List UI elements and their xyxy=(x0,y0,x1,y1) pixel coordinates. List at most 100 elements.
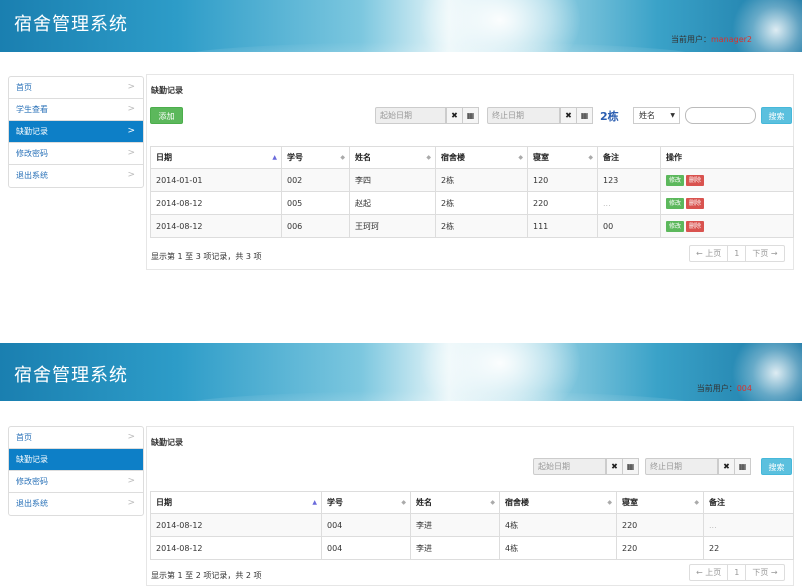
current-user-name: 004 xyxy=(736,384,752,393)
app-title: 宿舍管理系统 xyxy=(14,365,128,386)
sort-icon: ◆ xyxy=(401,499,406,506)
page-1-button[interactable]: 1 xyxy=(728,246,747,261)
absence-panel: 缺勤记录 添加 起始日期 ✖ ▦ 终止日期 ✖ ▦ 2栋 姓名 ▼ 搜索 日期 ▲ … xyxy=(146,74,794,270)
calendar-icon[interactable]: ▦ xyxy=(462,107,479,124)
current-user-label: 当前用户： xyxy=(696,384,737,393)
sidebar-item-label: 缺勤记录 xyxy=(16,455,48,464)
calendar-icon[interactable]: ▦ xyxy=(734,458,751,475)
cell-date: 2014-08-12 xyxy=(150,191,282,215)
col-remark[interactable]: 备注 xyxy=(703,491,794,514)
col-student-id[interactable]: 学号 ◆ xyxy=(321,491,411,514)
next-page-button[interactable]: 下页 → xyxy=(746,246,783,261)
col-date[interactable]: 日期 ▲ xyxy=(150,146,282,169)
col-building[interactable]: 宿舍楼 ◆ xyxy=(499,491,617,514)
col-remark[interactable]: 备注 xyxy=(597,146,661,169)
sort-icon: ◆ xyxy=(518,154,523,161)
cell-actions: 修改 删除 xyxy=(660,168,794,192)
current-user-name: manager2 xyxy=(710,35,752,44)
col-building[interactable]: 宿舍楼 ◆ xyxy=(435,146,528,169)
search-button[interactable]: 搜索 xyxy=(761,107,792,124)
prev-page-button[interactable]: ← 上页 xyxy=(690,565,729,580)
screenshot-manager: 宿舍管理系统 当前用户：manager2 首页 > 学生查看 > 缺勤记录 > 修改密… xyxy=(0,0,802,272)
table-row: 2014-08-12 005 赵起 2栋 220 ... 修改 删除 xyxy=(150,191,794,215)
current-user: 当前用户：manager2 xyxy=(671,34,752,45)
delete-button[interactable]: 删除 xyxy=(686,174,705,186)
sidebar-item-password[interactable]: 修改密码 > xyxy=(9,143,143,165)
sidebar-item-label: 首页 xyxy=(16,83,32,92)
sort-icon: ◆ xyxy=(588,154,593,161)
sidebar: 首页 > 学生查看 > 缺勤记录 > 修改密码 > 退出系统 > xyxy=(8,76,144,188)
table-row: 2014-08-12 004 李进 4栋 220 22 xyxy=(150,536,794,560)
sidebar-item-students[interactable]: 学生查看 > xyxy=(9,99,143,121)
cell-student-id: 002 xyxy=(281,168,350,192)
sidebar-item-logout[interactable]: 退出系统 > xyxy=(9,493,143,515)
search-input[interactable] xyxy=(685,107,756,124)
col-student-id[interactable]: 学号 ◆ xyxy=(281,146,350,169)
edit-button[interactable]: 修改 xyxy=(666,220,685,232)
cell-student-id: 004 xyxy=(321,536,411,560)
calendar-icon[interactable]: ▦ xyxy=(622,458,639,475)
absence-panel: 缺勤记录 起始日期 ✖ ▦ 终止日期 ✖ ▦ 搜索 日期 ▲ 学号 ◆ 姓名 ◆ 宿舍… xyxy=(146,426,794,586)
sort-asc-icon: ▲ xyxy=(312,499,317,506)
end-date-input[interactable]: 终止日期 xyxy=(487,107,560,124)
search-field-value: 姓名 xyxy=(639,111,655,120)
clear-icon[interactable]: ✖ xyxy=(446,107,463,124)
clear-icon[interactable]: ✖ xyxy=(718,458,735,475)
chevron-right-icon: > xyxy=(127,126,135,136)
sidebar-item-absence[interactable]: 缺勤记录 > xyxy=(9,121,143,143)
cell-date: 2014-08-12 xyxy=(150,536,322,560)
edit-button[interactable]: 修改 xyxy=(666,174,685,186)
cell-actions: 修改 删除 xyxy=(660,214,794,238)
col-name[interactable]: 姓名 ◆ xyxy=(410,491,500,514)
pagination: ← 上页 1 下页 → xyxy=(689,245,785,262)
absence-table: 日期 ▲ 学号 ◆ 姓名 ◆ 宿舍楼 ◆ 寝室 ◆ 备注 2014-08-12 004 李… xyxy=(150,491,794,560)
delete-button[interactable]: 删除 xyxy=(686,220,705,232)
add-button[interactable]: 添加 xyxy=(150,107,183,124)
clear-icon[interactable]: ✖ xyxy=(560,107,577,124)
table-header-row: 日期 ▲ 学号 ◆ 姓名 ◆ 宿舍楼 ◆ 寝室 ◆ 备注 操作 xyxy=(150,146,794,169)
col-room[interactable]: 寝室 ◆ xyxy=(527,146,598,169)
col-name[interactable]: 姓名 ◆ xyxy=(349,146,436,169)
col-room[interactable]: 寝室 ◆ xyxy=(616,491,704,514)
delete-button[interactable]: 删除 xyxy=(686,197,705,209)
start-date-input[interactable]: 起始日期 xyxy=(533,458,606,475)
screenshot-student: 宿舍管理系统 当前用户：004 首页 > 缺勤记录 修改密码 > 退出系统 > 缺勤记… xyxy=(0,343,802,588)
absence-table: 日期 ▲ 学号 ◆ 姓名 ◆ 宿舍楼 ◆ 寝室 ◆ 备注 操作 2014-01-01 00… xyxy=(150,146,794,238)
cell-name: 李四 xyxy=(349,168,436,192)
cell-building: 2栋 xyxy=(435,168,528,192)
sidebar-item-password[interactable]: 修改密码 > xyxy=(9,471,143,493)
sort-icon: ◆ xyxy=(694,499,699,506)
end-date-input[interactable]: 终止日期 xyxy=(645,458,718,475)
page-1-button[interactable]: 1 xyxy=(728,565,747,580)
table-row: 2014-08-12 006 王珂珂 2栋 111 00 修改 删除 xyxy=(150,214,794,238)
sidebar-item-home[interactable]: 首页 > xyxy=(9,77,143,99)
start-date-input[interactable]: 起始日期 xyxy=(375,107,446,124)
cell-name: 赵起 xyxy=(349,191,436,215)
chevron-right-icon: > xyxy=(127,476,135,486)
table-header-row: 日期 ▲ 学号 ◆ 姓名 ◆ 宿舍楼 ◆ 寝室 ◆ 备注 xyxy=(150,491,794,514)
cell-student-id: 006 xyxy=(281,214,350,238)
clear-icon[interactable]: ✖ xyxy=(606,458,623,475)
cell-remark: ... xyxy=(597,191,661,215)
col-date[interactable]: 日期 ▲ xyxy=(150,491,322,514)
sort-icon: ◆ xyxy=(490,499,495,506)
cell-student-id: 004 xyxy=(321,513,411,537)
edit-button[interactable]: 修改 xyxy=(666,197,685,209)
cell-name: 李进 xyxy=(410,513,500,537)
next-page-button[interactable]: 下页 → xyxy=(746,565,783,580)
sidebar-item-logout[interactable]: 退出系统 > xyxy=(9,165,143,187)
table-row: 2014-08-12 004 李进 4栋 220 ... xyxy=(150,513,794,537)
prev-page-button[interactable]: ← 上页 xyxy=(690,246,729,261)
sidebar-item-label: 修改密码 xyxy=(16,477,48,486)
caret-down-icon: ▼ xyxy=(670,112,675,119)
sidebar-item-absence[interactable]: 缺勤记录 xyxy=(9,449,143,471)
calendar-icon[interactable]: ▦ xyxy=(576,107,593,124)
sidebar-item-label: 退出系统 xyxy=(16,499,48,508)
cell-student-id: 005 xyxy=(281,191,350,215)
sort-icon: ◆ xyxy=(340,154,345,161)
sidebar-item-home[interactable]: 首页 > xyxy=(9,427,143,449)
search-field-select[interactable]: 姓名 ▼ xyxy=(633,107,680,124)
cell-name: 王珂珂 xyxy=(349,214,436,238)
search-button[interactable]: 搜索 xyxy=(761,458,792,475)
sidebar-item-label: 修改密码 xyxy=(16,149,48,158)
